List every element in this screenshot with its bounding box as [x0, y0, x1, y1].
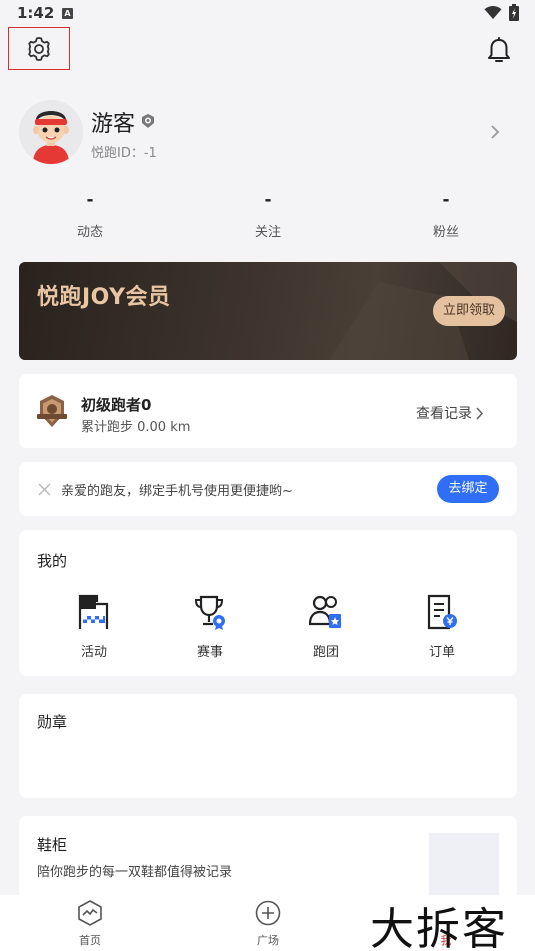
stat-value: -	[86, 190, 94, 210]
level-medal-icon	[36, 394, 68, 432]
item-label: 活动	[80, 645, 107, 660]
events-button[interactable]: 赛事	[175, 592, 245, 660]
stats-row: - 动态 - 关注 - 粉丝	[0, 190, 535, 245]
bind-phone-card: 亲爱的跑友，绑定手机号使用更便捷哟~ 去绑定	[19, 462, 517, 516]
notification-button[interactable]	[486, 37, 512, 69]
battery-icon	[509, 4, 519, 25]
section-title: 鞋柜	[37, 836, 68, 854]
item-label: 跑团	[312, 645, 339, 660]
stat-label: 粉丝	[432, 225, 459, 240]
chevron-right-icon	[490, 124, 500, 143]
bind-phone-message: 亲爱的跑友，绑定手机号使用更便捷哟~	[61, 484, 293, 499]
stat-label: 关注	[254, 225, 281, 240]
vip-claim-button[interactable]: 立即领取	[433, 296, 505, 326]
stat-following[interactable]: - 关注	[218, 190, 318, 240]
flag-activity-icon	[78, 594, 109, 629]
status-bar: 1:42 A	[0, 0, 535, 28]
wifi-icon	[484, 5, 502, 24]
plus-circle-icon	[255, 900, 281, 926]
tab-label: 首页	[79, 934, 101, 947]
settings-button[interactable]	[8, 27, 70, 70]
profile-name: 游客	[91, 112, 136, 137]
item-label: 订单	[428, 645, 455, 660]
my-section: 我的 活动 赛事 跑团 订单	[19, 530, 517, 676]
view-records-link[interactable]: 查看记录	[416, 403, 472, 423]
section-subtitle: 陪你跑步的每一双鞋都值得被记录	[37, 865, 233, 880]
status-time: 1:42	[17, 4, 55, 22]
section-title: 勋章	[37, 713, 68, 731]
running-club-button[interactable]: 跑团	[291, 592, 361, 660]
watermark: 大拆客	[370, 904, 508, 951]
home-pulse-icon	[78, 900, 102, 926]
tab-square[interactable]: 广场	[238, 900, 298, 948]
item-label: 赛事	[196, 645, 223, 660]
stat-value: -	[264, 190, 272, 210]
stat-label: 动态	[76, 225, 103, 240]
tab-label: 广场	[257, 934, 279, 947]
level-name: 初级跑者0	[81, 396, 152, 414]
vip-title: 悦跑JOY会员	[37, 285, 171, 310]
stat-value: -	[442, 190, 450, 210]
notification-a-icon: A	[62, 8, 73, 19]
orders-button[interactable]: 订单	[407, 592, 477, 660]
chevron-right-icon	[475, 405, 484, 424]
runner-level-card[interactable]: 初级跑者0 累计跑步 0.00 km 查看记录	[19, 374, 517, 448]
gear-icon	[28, 36, 50, 61]
section-title: 我的	[37, 552, 68, 570]
level-distance: 累计跑步 0.00 km	[81, 420, 191, 435]
profile-id: 悦跑ID：-1	[91, 146, 157, 161]
trophy-icon	[194, 595, 225, 630]
close-icon[interactable]	[38, 481, 51, 500]
activity-button[interactable]: 活动	[59, 592, 129, 660]
profile-header[interactable]: 游客 悦跑ID：-1	[0, 95, 535, 171]
badge-icon	[141, 113, 155, 132]
tab-home[interactable]: 首页	[60, 900, 120, 948]
order-icon	[427, 594, 457, 630]
stat-followers[interactable]: - 粉丝	[396, 190, 496, 240]
medals-section[interactable]: 勋章	[19, 694, 517, 798]
bell-icon	[488, 37, 510, 62]
stat-posts[interactable]: - 动态	[40, 190, 140, 240]
bind-phone-button[interactable]: 去绑定	[437, 475, 499, 503]
team-icon	[309, 595, 341, 628]
vip-banner[interactable]: 悦跑JOY会员 立即领取	[19, 262, 517, 360]
avatar[interactable]	[19, 100, 83, 164]
